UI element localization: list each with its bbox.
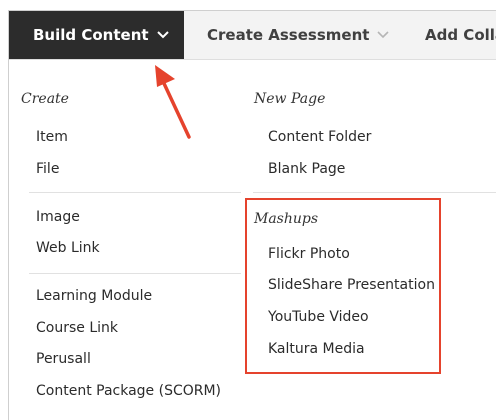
arrow-annotation-icon — [147, 63, 207, 147]
menu-item-perusall[interactable]: Perusall — [36, 351, 91, 367]
mashups-highlight-box — [245, 198, 441, 374]
new-page-heading: New Page — [254, 91, 326, 107]
menu-item-course-link[interactable]: Course Link — [36, 320, 118, 336]
chevron-down-icon — [156, 31, 169, 39]
add-collaborate-menu-button[interactable]: Add Colla — [425, 11, 496, 59]
create-heading: Create — [21, 91, 69, 107]
chevron-down-icon — [377, 31, 389, 39]
add-collaborate-label: Add Colla — [425, 26, 496, 44]
menu-item-web-link[interactable]: Web Link — [36, 240, 100, 256]
menu-item-blank-page[interactable]: Blank Page — [268, 161, 345, 177]
build-content-panel: Build Content Create Assessment Add Coll… — [8, 10, 496, 420]
divider — [29, 273, 241, 274]
menu-item-image[interactable]: Image — [36, 209, 80, 225]
divider — [29, 192, 241, 193]
menu-item-item[interactable]: Item — [36, 129, 68, 145]
build-content-label: Build Content — [33, 26, 149, 44]
create-assessment-menu-button[interactable]: Create Assessment — [207, 11, 389, 59]
create-assessment-label: Create Assessment — [207, 26, 370, 44]
menu-item-content-package-scorm[interactable]: Content Package (SCORM) — [36, 383, 221, 399]
content-toolbar: Build Content Create Assessment Add Coll… — [9, 11, 496, 60]
divider — [253, 192, 496, 193]
menu-item-learning-module[interactable]: Learning Module — [36, 288, 152, 304]
menu-item-content-folder[interactable]: Content Folder — [268, 129, 371, 145]
menu-item-file[interactable]: File — [36, 161, 59, 177]
build-content-menu-button[interactable]: Build Content — [9, 11, 184, 59]
